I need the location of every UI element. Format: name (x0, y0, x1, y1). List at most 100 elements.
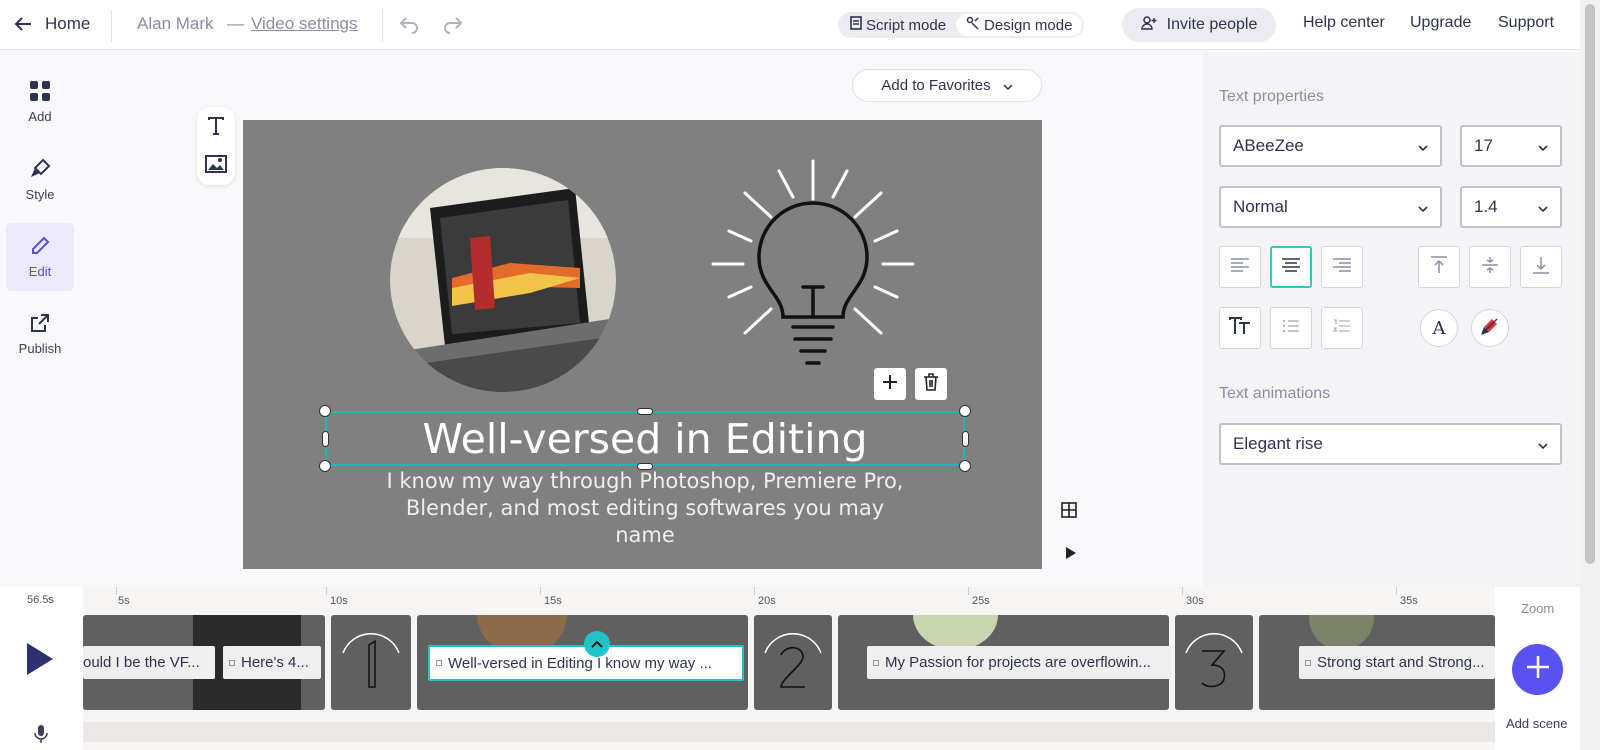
font-family-select[interactable]: ABeeZee (1219, 125, 1442, 167)
chevron-down-icon (1003, 77, 1013, 94)
rail-publish[interactable]: Publish (6, 300, 74, 368)
canvas-title[interactable]: Well-versed in Editing (327, 415, 963, 463)
text-animations-heading: Text animations (1219, 385, 1331, 402)
delete-element-button[interactable] (915, 368, 947, 400)
rail-style[interactable]: Style (6, 146, 74, 214)
design-mode-button[interactable]: Design mode (956, 14, 1083, 36)
home-link[interactable]: Home (45, 14, 90, 34)
rail-edit[interactable]: Edit (6, 223, 74, 291)
invite-people-button[interactable]: Invite people (1122, 8, 1276, 42)
add-element-button[interactable] (874, 368, 906, 400)
scene-label[interactable]: Strong start and Strong... (1299, 646, 1495, 679)
align-left-icon (1230, 257, 1250, 277)
chevron-down-icon (1538, 136, 1548, 156)
laptop-photo[interactable] (390, 168, 616, 392)
redo-icon[interactable] (442, 14, 464, 39)
support-link[interactable]: Support (1498, 14, 1554, 32)
play-button[interactable] (26, 642, 54, 681)
scene-label-text: My Passion for projects are overflowin..… (885, 654, 1151, 671)
help-center-link[interactable]: Help center (1303, 14, 1385, 32)
text-color-icon: A (1432, 317, 1446, 339)
resize-handle-top[interactable] (637, 408, 653, 415)
scene-label-text: Here's 4... (241, 654, 309, 671)
add-user-icon (1140, 15, 1157, 36)
back-arrow-icon[interactable] (13, 14, 33, 39)
title-selection-box[interactable]: Well-versed in Editing (325, 411, 965, 466)
microphone-icon[interactable] (34, 724, 48, 749)
line-height-select[interactable]: 1.4 (1460, 186, 1562, 228)
collapse-chevron-button[interactable] (584, 631, 610, 657)
text-color-button[interactable]: A (1420, 309, 1458, 347)
scrollbar-thumb[interactable] (1585, 4, 1595, 564)
timeline-track-area[interactable]: 5s 10s 15s 20s 25s 30s 35s 1 2 (83, 587, 1495, 750)
valign-middle-button[interactable] (1469, 246, 1511, 288)
rail-add[interactable]: Add (6, 68, 74, 136)
plus-icon (1525, 654, 1551, 685)
resize-handle-bl[interactable] (319, 460, 331, 472)
align-right-button[interactable] (1321, 246, 1363, 288)
duration-label: 56.5s (27, 594, 54, 606)
scene-label[interactable]: Here's 4... (223, 646, 321, 679)
text-properties-heading: Text properties (1219, 88, 1324, 105)
light-bulb-icon[interactable] (709, 157, 917, 376)
highlighter-icon (1480, 316, 1500, 341)
text-animation-select[interactable]: Elegant rise (1219, 423, 1562, 465)
scene-number-thumb[interactable]: 1 (331, 615, 411, 710)
undo-icon[interactable] (398, 14, 420, 39)
text-marker-icon (229, 659, 235, 666)
scene-photo (913, 615, 998, 650)
layout-grid-icon[interactable] (1061, 502, 1077, 523)
invite-label: Invite people (1166, 16, 1258, 33)
scene-label[interactable]: My Passion for projects are overflowin..… (867, 646, 1171, 679)
resize-handle-left[interactable] (322, 431, 329, 447)
highlight-color-button[interactable] (1471, 309, 1509, 347)
text-marker-icon (1305, 659, 1311, 666)
ruler-label: 15s (544, 595, 562, 607)
resize-handle-right[interactable] (962, 431, 969, 447)
ruler-label: 5s (118, 595, 130, 607)
bullet-list-button[interactable] (1270, 307, 1312, 349)
resize-handle-tl[interactable] (319, 405, 331, 417)
numbered-list-button[interactable] (1321, 307, 1363, 349)
timeline-scrollbar[interactable] (83, 722, 1495, 742)
font-family-value: ABeeZee (1233, 136, 1304, 155)
line-height-value: 1.4 (1474, 197, 1498, 216)
design-mode-label: Design mode (984, 16, 1073, 34)
scene-canvas[interactable]: Well-versed in Editing I know my way thr… (243, 120, 1042, 569)
upgrade-link[interactable]: Upgrade (1410, 14, 1471, 32)
script-mode-button[interactable]: Script mode (840, 14, 956, 36)
divider (111, 10, 112, 42)
align-center-button[interactable] (1270, 246, 1312, 288)
play-preview-icon[interactable] (1065, 546, 1077, 565)
resize-handle-tr[interactable] (959, 405, 971, 417)
scene-number-thumb[interactable]: 2 (754, 615, 832, 710)
numbered-list-icon (1332, 318, 1351, 338)
text-case-button[interactable] (1219, 307, 1261, 349)
insert-toolbar (197, 107, 235, 185)
scene-label[interactable]: ould I be the VF... (83, 646, 215, 679)
page-scrollbar[interactable] (1580, 0, 1600, 750)
rail-edit-label: Edit (28, 264, 52, 279)
font-weight-select[interactable]: Normal (1219, 186, 1442, 228)
image-tool-icon[interactable] (205, 155, 227, 178)
canvas-body-text[interactable]: I know my way through Photoshop, Premier… (385, 468, 905, 549)
mode-toggle: Script mode Design mode (838, 12, 1085, 38)
scene-number-thumb[interactable]: 3 (1175, 615, 1253, 710)
align-center-icon (1281, 257, 1301, 277)
valign-bottom-button[interactable] (1520, 246, 1562, 288)
ruler-tick (540, 587, 541, 595)
valign-top-button[interactable] (1418, 246, 1460, 288)
zoom-label[interactable]: Zoom (1521, 601, 1554, 616)
ruler-tick (1396, 587, 1397, 595)
text-animation-value: Elegant rise (1233, 434, 1323, 453)
add-scene-button[interactable] (1512, 644, 1563, 695)
export-icon (29, 312, 51, 337)
resize-handle-br[interactable] (959, 460, 971, 472)
add-scene-label: Add scene (1506, 716, 1568, 731)
top-bar: Home Alan Mark — Video settings Script m… (0, 0, 1580, 50)
text-tool-icon[interactable] (206, 116, 226, 141)
video-settings-link[interactable]: Video settings (251, 14, 357, 34)
font-size-select[interactable]: 17 (1460, 125, 1562, 167)
align-left-button[interactable] (1219, 246, 1261, 288)
add-to-favorites-button[interactable]: Add to Favorites (852, 69, 1042, 102)
